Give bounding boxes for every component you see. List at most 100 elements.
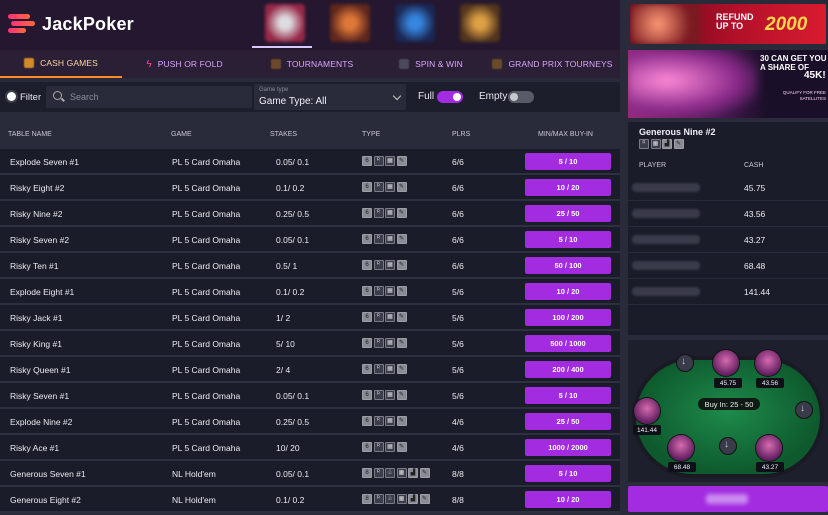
rabbit-icon: ᴿ <box>373 286 384 296</box>
empty-seat[interactable] <box>677 355 693 371</box>
table-stakes: 1/ 2 <box>276 313 291 323</box>
full-toggle[interactable] <box>437 91 463 103</box>
table-row[interactable]: Generous Seven #1 NL Hold'em 0.05/ 0.1 8 ᴿ ♧ ▦… <box>0 461 620 487</box>
col-table-name[interactable]: TABLE NAME <box>8 131 52 138</box>
promo-prize: 45K! <box>804 70 826 81</box>
table-row[interactable]: Explode Eight #1 PL 5 Card Omaha 0.1/ 0.2 6… <box>0 279 620 305</box>
table-row[interactable]: Risky Seven #1 PL 5 Card Omaha 0.05/ 0.1 6 ᴿ… <box>0 383 620 409</box>
col-game[interactable]: GAME <box>171 131 192 138</box>
player-row: 43.27 <box>628 227 828 253</box>
brand-name: JackPoker <box>42 13 134 34</box>
empty-seat[interactable] <box>796 402 812 418</box>
table-players: 5/6 <box>452 313 464 323</box>
tab-grand-prix-tourneys[interactable]: GRAND PRIX TOURNEYS <box>485 50 620 78</box>
table-row[interactable]: Risky Queen #1 PL 5 Card Omaha 2/ 4 6 ᴿ ▦ ✎ 5/6… <box>0 357 620 383</box>
table-type-icons: 6 ᴿ ▦ ✎ <box>362 364 407 374</box>
table-players: 8/8 <box>452 469 464 479</box>
col-plrs[interactable]: PLRS <box>452 131 470 138</box>
col-buyin[interactable]: MIN/MAX BUY-IN <box>538 131 593 138</box>
hero-banner-4[interactable] <box>460 4 500 42</box>
table-players: 5/6 <box>452 339 464 349</box>
empty-toggle[interactable] <box>508 91 534 103</box>
buyin-button[interactable]: 5 / 10 <box>525 153 611 170</box>
table-game: PL 5 Card Omaha <box>172 287 241 297</box>
hero-banner-2[interactable] <box>330 4 370 42</box>
brand-logo[interactable]: JackPoker <box>8 10 134 38</box>
table-row[interactable]: Generous Eight #2 NL Hold'em 0.1/ 0.2 8 ᴿ ♧ ▦ ▟… <box>0 487 620 513</box>
refund-promo-banner[interactable]: REFUND UP TO 2000 <box>630 4 826 44</box>
table-body: Explode Seven #1 PL 5 Card Omaha 0.05/ 0.1… <box>0 149 620 513</box>
buyin-button[interactable]: 25 / 50 <box>525 205 611 222</box>
hero-banner-1[interactable] <box>265 4 305 42</box>
game-type-select[interactable]: Game type Game Type: All <box>254 84 406 110</box>
tab-tournaments[interactable]: TOURNAMENTS <box>247 50 377 78</box>
table-row[interactable]: Risky Nine #2 PL 5 Card Omaha 0.25/ 0.5 6 ᴿ ▦… <box>0 201 620 227</box>
rabbit-icon: ᴿ <box>373 364 384 374</box>
table-row[interactable]: Explode Seven #1 PL 5 Card Omaha 0.05/ 0.1… <box>0 149 620 175</box>
buyin-button[interactable]: 10 / 20 <box>525 179 611 196</box>
table-players: 6/6 <box>452 261 464 271</box>
tab-cash-games[interactable]: CASH GAMES <box>0 50 122 78</box>
satellite-promo-tile[interactable]: 30 CAN GET YOU A SHARE OF 45K! QUALIFY F… <box>628 50 828 118</box>
empty-seat[interactable] <box>720 438 736 454</box>
tab-spin-and-win[interactable]: SPIN & WIN <box>377 50 485 78</box>
player-row: 43.56 <box>628 201 828 227</box>
six-max-icon: 6 <box>362 312 372 322</box>
table-stakes: 0.05/ 0.1 <box>276 235 310 245</box>
buyin-button[interactable]: 5 / 10 <box>525 465 611 482</box>
table-stakes: 10/ 20 <box>276 443 300 453</box>
table-stakes: 0.05/ 0.1 <box>276 157 310 167</box>
buyin-button[interactable]: 100 / 200 <box>525 309 611 326</box>
player-cash: 141.44 <box>744 287 770 297</box>
table-row[interactable]: Risky King #1 PL 5 Card Omaha 5/ 10 6 ᴿ ▦ ✎ 5/6… <box>0 331 620 357</box>
hero-banner-3[interactable] <box>395 4 435 42</box>
table-players: 5/6 <box>452 391 464 401</box>
table-row[interactable]: Explode Nine #2 PL 5 Card Omaha 0.25/ 0.5 6… <box>0 409 620 435</box>
buyin-button[interactable]: 10 / 20 <box>525 283 611 300</box>
deck-icon: ▦ <box>650 139 661 149</box>
deck-icon: ▦ <box>396 468 407 478</box>
player-cash: 45.75 <box>744 183 766 193</box>
six-max-icon: 6 <box>362 338 372 348</box>
rabbit-icon: ᴿ <box>639 139 649 149</box>
buyin-button[interactable]: 10 / 20 <box>525 491 611 508</box>
table-row[interactable]: Risky Ten #1 PL 5 Card Omaha 0.5/ 1 6 ᴿ ▦ ✎ 6/6… <box>0 253 620 279</box>
search-box[interactable] <box>46 86 252 108</box>
table-players: 4/6 <box>452 417 464 427</box>
table-row[interactable]: Risky Jack #1 PL 5 Card Omaha 1/ 2 6 ᴿ ▦ ✎ 5/6 1… <box>0 305 620 331</box>
buyin-button[interactable]: 1000 / 2000 <box>525 439 611 456</box>
col-type[interactable]: TYPE <box>362 131 380 138</box>
buyin-button[interactable]: 5 / 10 <box>525 387 611 404</box>
trophy-icon <box>270 59 281 69</box>
six-max-icon: 6 <box>362 156 372 166</box>
filter-label[interactable]: Filter <box>20 92 41 103</box>
col-stakes[interactable]: STAKES <box>270 131 297 138</box>
table-name: Explode Nine #2 <box>10 417 73 427</box>
buyin-button[interactable]: 500 / 1000 <box>525 335 611 352</box>
search-input[interactable] <box>70 90 240 104</box>
table-row[interactable]: Risky Ace #1 PL 5 Card Omaha 10/ 20 6 ᴿ ▦ ✎ 4/6… <box>0 435 620 461</box>
buyin-button[interactable]: 5 / 10 <box>525 231 611 248</box>
filter-radio[interactable] <box>7 92 16 101</box>
rabbit-icon: ᴿ <box>373 416 384 426</box>
table-name: Generous Seven #1 <box>10 469 86 479</box>
tab-push-or-fold[interactable]: ϟ PUSH OR FOLD <box>122 50 247 78</box>
pen-icon: ✎ <box>396 338 407 348</box>
player-cash: 68.48 <box>744 261 766 271</box>
pen-icon: ✎ <box>396 442 407 452</box>
table-type-icons: 6 ᴿ ▦ ✎ <box>362 442 407 452</box>
tree-icon: ♧ <box>385 468 395 478</box>
table-game: PL 5 Card Omaha <box>172 313 241 323</box>
buyin-button[interactable]: 50 / 100 <box>525 257 611 274</box>
join-table-button[interactable] <box>628 486 828 512</box>
buyin-button[interactable]: 25 / 50 <box>525 413 611 430</box>
stats-icon: ▟ <box>662 139 672 149</box>
eight-max-icon: 8 <box>362 494 372 504</box>
table-players: 6/6 <box>452 209 464 219</box>
table-name: Risky Ace #1 <box>10 443 60 453</box>
buyin-chip: Buy In: 25 - 50 <box>698 398 760 410</box>
buyin-button[interactable]: 200 / 400 <box>525 361 611 378</box>
table-row[interactable]: Risky Seven #2 PL 5 Card Omaha 0.05/ 0.1 6 ᴿ… <box>0 227 620 253</box>
table-row[interactable]: Risky Eight #2 PL 5 Card Omaha 0.1/ 0.2 6 ᴿ ▦… <box>0 175 620 201</box>
deck-icon: ▦ <box>385 208 395 218</box>
